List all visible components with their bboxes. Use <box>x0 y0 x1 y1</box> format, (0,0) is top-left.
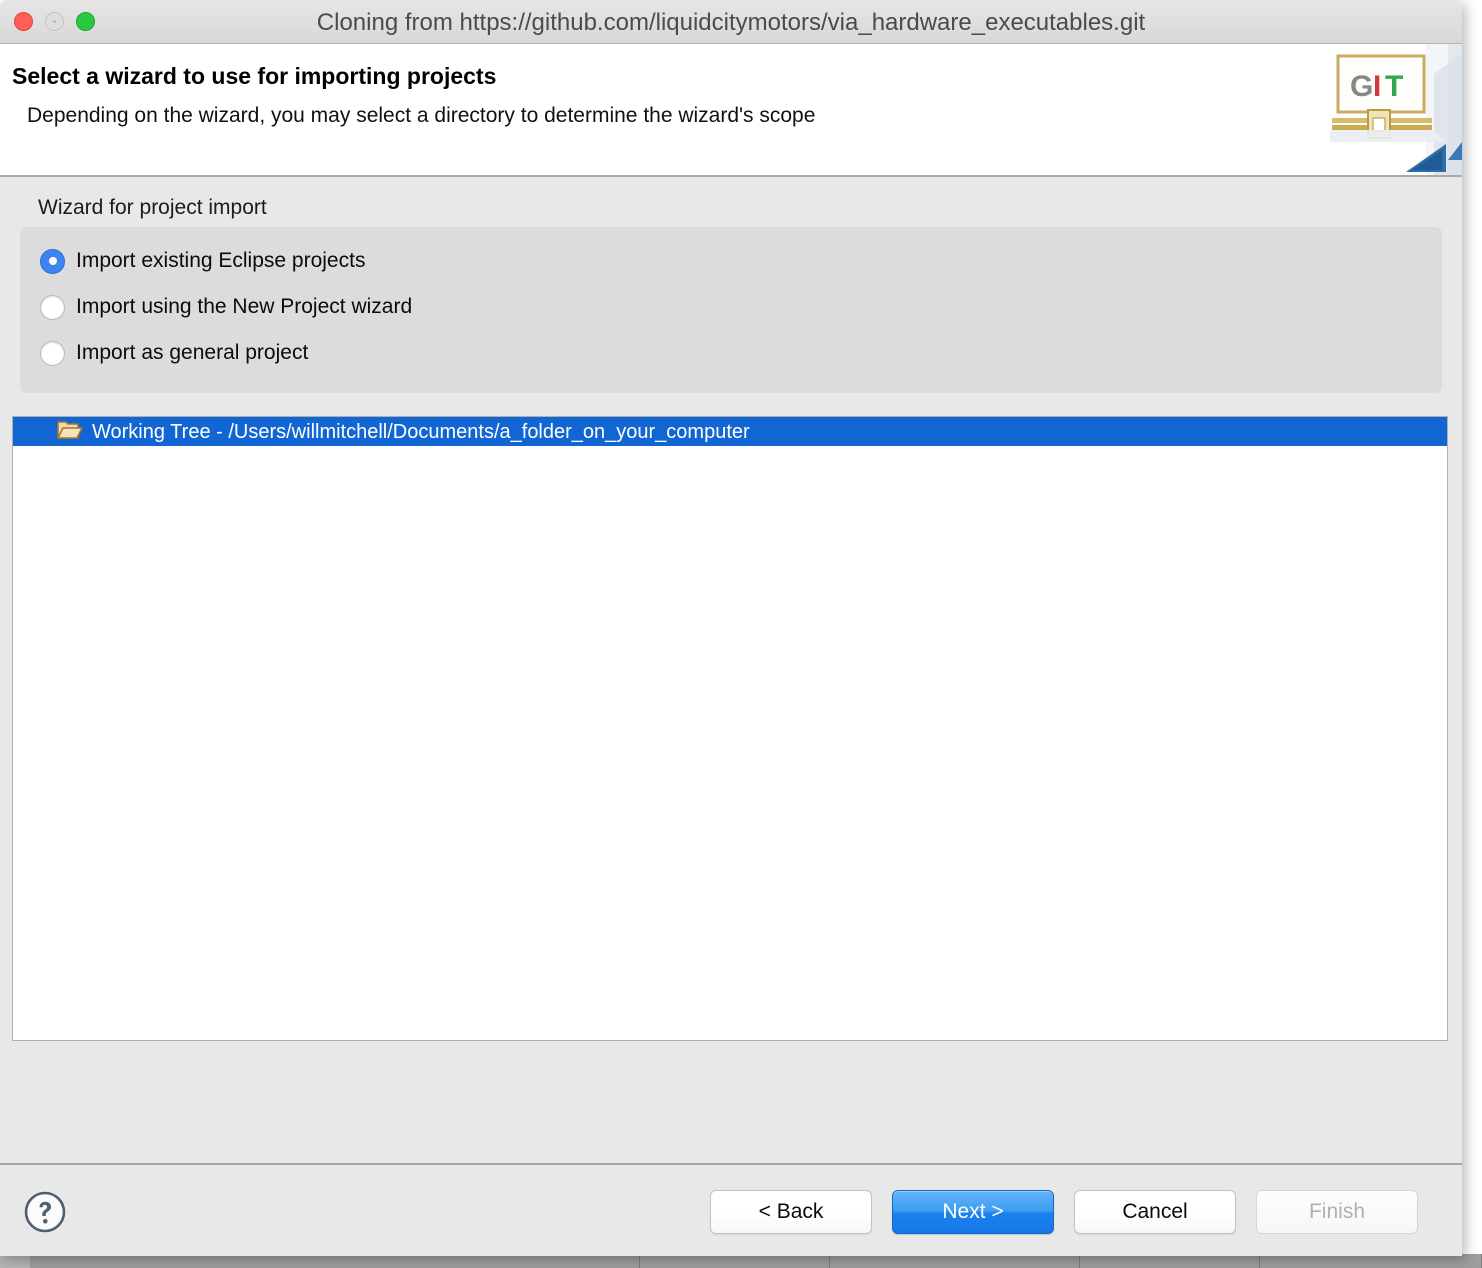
radio-indicator[interactable] <box>40 340 65 366</box>
background-toolbar-segment <box>1080 1254 1260 1268</box>
svg-text:I: I <box>1373 70 1381 103</box>
background-window-strip <box>0 1254 1482 1268</box>
tree-row-working-tree[interactable]: Working Tree - /Users/willmitchell/Docum… <box>13 417 1447 446</box>
radio-option-import-as-general-project[interactable]: Import as general project <box>40 337 308 369</box>
open-folder-icon <box>57 418 83 446</box>
import-wizard-dialog: Cloning from https://github.com/liquidci… <box>0 0 1462 1256</box>
radio-indicator[interactable] <box>40 294 65 320</box>
dialog-button-row: < Back Next > Cancel Finish <box>710 1190 1418 1234</box>
background-toolbar-segment <box>0 1254 640 1268</box>
git-banner-icon: G I T <box>1330 44 1462 175</box>
wizard-group-label: Wizard for project import <box>38 196 267 219</box>
svg-text:T: T <box>1385 70 1403 103</box>
wizard-body: Wizard for project import Import existin… <box>0 177 1462 1163</box>
radio-label: Import using the New Project wizard <box>76 295 413 318</box>
cancel-button[interactable]: Cancel <box>1074 1190 1236 1234</box>
next-button[interactable]: Next > <box>892 1190 1054 1234</box>
window-title: Cloning from https://github.com/liquidci… <box>316 9 1146 36</box>
page-title: Select a wizard to use for importing pro… <box>12 63 497 89</box>
wizard-header: Select a wizard to use for importing pro… <box>0 44 1462 177</box>
radio-option-import-existing-eclipse-projects[interactable]: Import existing Eclipse projects <box>40 245 365 277</box>
tree-row-label: Working Tree - /Users/willmitchell/Docum… <box>92 420 750 443</box>
radio-indicator-selected[interactable] <box>40 248 65 274</box>
radio-label: Import existing Eclipse projects <box>76 249 366 272</box>
page-subtitle: Depending on the wizard, you may select … <box>27 104 816 127</box>
finish-button: Finish <box>1256 1190 1418 1234</box>
radio-label: Import as general project <box>76 341 309 364</box>
background-toolbar-segment <box>640 1254 830 1268</box>
svg-text:G: G <box>1350 70 1373 103</box>
background-toolbar-segment <box>830 1254 1080 1268</box>
background-toolbar-segment <box>1260 1254 1482 1268</box>
back-button[interactable]: < Back <box>710 1190 872 1234</box>
dialog-footer: < Back Next > Cancel Finish <box>0 1163 1462 1256</box>
wizard-options-group: Import existing Eclipse projects Import … <box>20 227 1442 393</box>
title-bar: Cloning from https://github.com/liquidci… <box>0 0 1462 44</box>
working-tree-list[interactable]: Working Tree - /Users/willmitchell/Docum… <box>12 416 1448 1041</box>
radio-option-import-using-new-project-wizard[interactable]: Import using the New Project wizard <box>40 291 412 323</box>
help-question-icon[interactable] <box>23 1190 67 1234</box>
